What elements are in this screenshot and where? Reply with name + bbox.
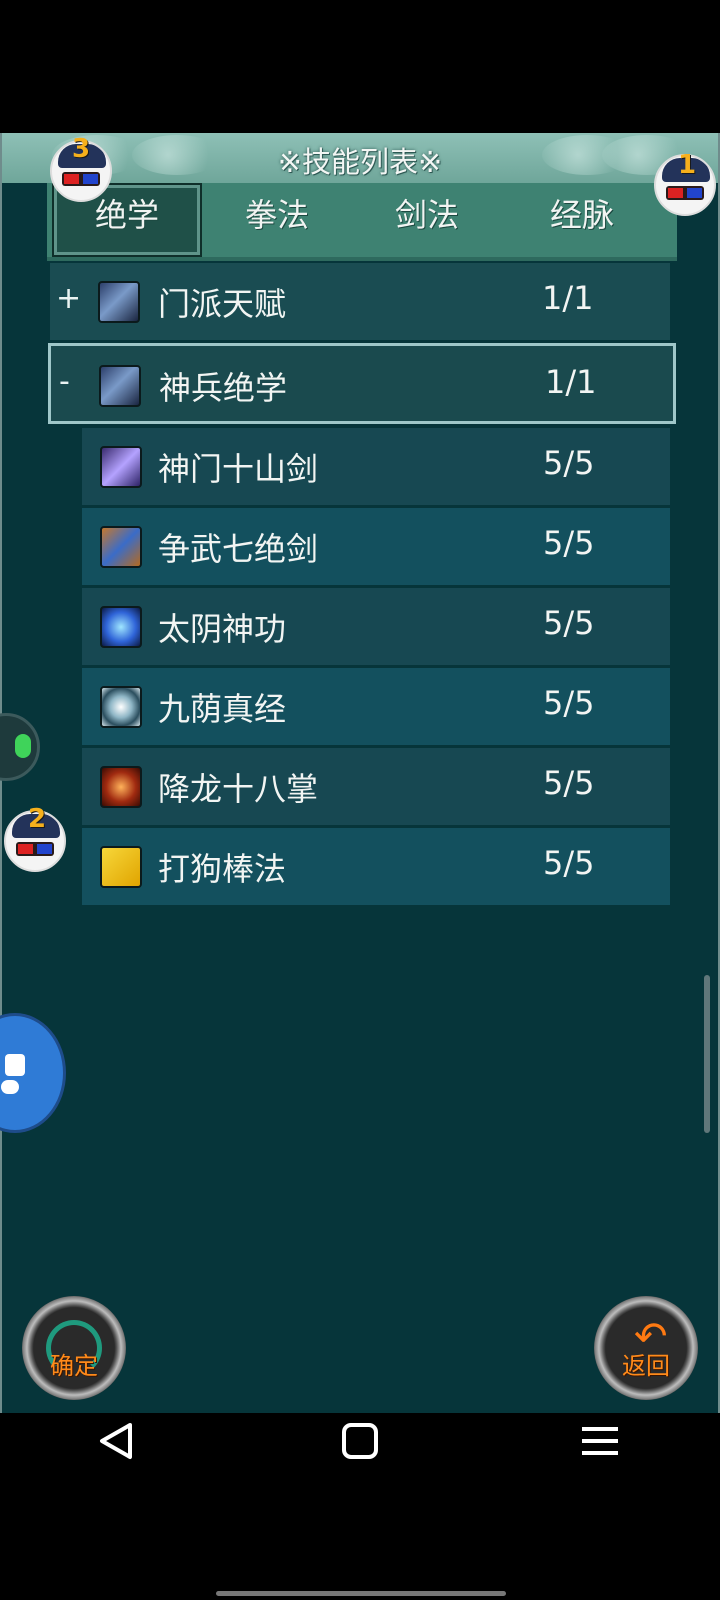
skill-row[interactable]: 争武七绝剑 5/5 <box>82 508 670 585</box>
blue-aura-icon <box>100 606 142 648</box>
avatar-badge: 3 <box>72 134 91 164</box>
confirm-label: 确定 <box>50 1352 98 1380</box>
home-square-icon[interactable] <box>330 1419 390 1463</box>
tab-jianfa[interactable]: 剑法 <box>352 183 502 257</box>
skill-row[interactable]: 神门十山剑 5/5 <box>82 428 670 505</box>
skill-row[interactable]: 降龙十八掌 5/5 <box>82 748 670 825</box>
skill-row[interactable]: 九荫真经 5/5 <box>82 668 670 745</box>
group-count: 1/1 <box>545 363 597 401</box>
green-orb-icon[interactable] <box>0 713 40 781</box>
book-icon <box>99 365 141 407</box>
group-count: 1/1 <box>542 279 594 317</box>
orange-sword-icon <box>100 526 142 568</box>
skill-row[interactable]: 打狗棒法 5/5 <box>82 828 670 905</box>
skill-name: 九荫真经 <box>158 690 287 728</box>
back-button[interactable]: ↶ 返回 <box>594 1296 698 1400</box>
yellow-hand-icon <box>100 846 142 888</box>
back-triangle-icon[interactable] <box>88 1419 148 1463</box>
swirl-icon <box>100 686 142 728</box>
skill-level: 5/5 <box>543 444 595 482</box>
assistant-robot-icon[interactable] <box>0 1013 66 1133</box>
skill-row[interactable]: 太阴神功 5/5 <box>82 588 670 665</box>
skill-level: 5/5 <box>543 524 595 562</box>
group-name: 神兵绝学 <box>159 369 288 407</box>
skill-name: 神门十山剑 <box>158 450 319 488</box>
group-name: 门派天赋 <box>158 285 287 323</box>
skill-name: 降龙十八掌 <box>158 770 319 808</box>
tab-quanfa[interactable]: 拳法 <box>202 183 352 257</box>
skill-name: 打狗棒法 <box>158 850 287 888</box>
tab-bar: 绝学 拳法 剑法 经脉 <box>47 183 677 261</box>
skill-level: 5/5 <box>543 604 595 642</box>
collapse-toggle[interactable]: - <box>59 364 70 399</box>
group-row-menpai[interactable]: + 门派天赋 1/1 <box>50 263 670 340</box>
menu-lines-icon[interactable] <box>570 1419 630 1463</box>
skill-level: 5/5 <box>543 844 595 882</box>
tab-jingmai[interactable]: 经脉 <box>507 183 657 257</box>
skill-name: 争武七绝剑 <box>158 530 319 568</box>
skill-level: 5/5 <box>543 684 595 722</box>
skill-name: 太阴神功 <box>158 610 287 648</box>
skill-list-screen: ※技能列表※ 绝学 拳法 剑法 经脉 + 门派天赋 1/1 - 神兵绝学 1/1… <box>0 133 720 1413</box>
group-row-shenbing[interactable]: - 神兵绝学 1/1 <box>48 343 676 424</box>
back-label: 返回 <box>622 1352 670 1380</box>
confirm-button[interactable]: 确定 <box>22 1296 126 1400</box>
home-indicator <box>216 1591 506 1596</box>
avatar-badge: 2 <box>28 804 47 834</box>
expand-toggle[interactable]: + <box>56 281 81 316</box>
book-icon <box>98 281 140 323</box>
avatar-badge: 1 <box>678 150 697 180</box>
skill-level: 5/5 <box>543 764 595 802</box>
scrollbar[interactable] <box>704 975 710 1133</box>
system-nav-bar <box>0 1413 720 1469</box>
dragon-palm-icon <box>100 766 142 808</box>
purple-sword-icon <box>100 446 142 488</box>
